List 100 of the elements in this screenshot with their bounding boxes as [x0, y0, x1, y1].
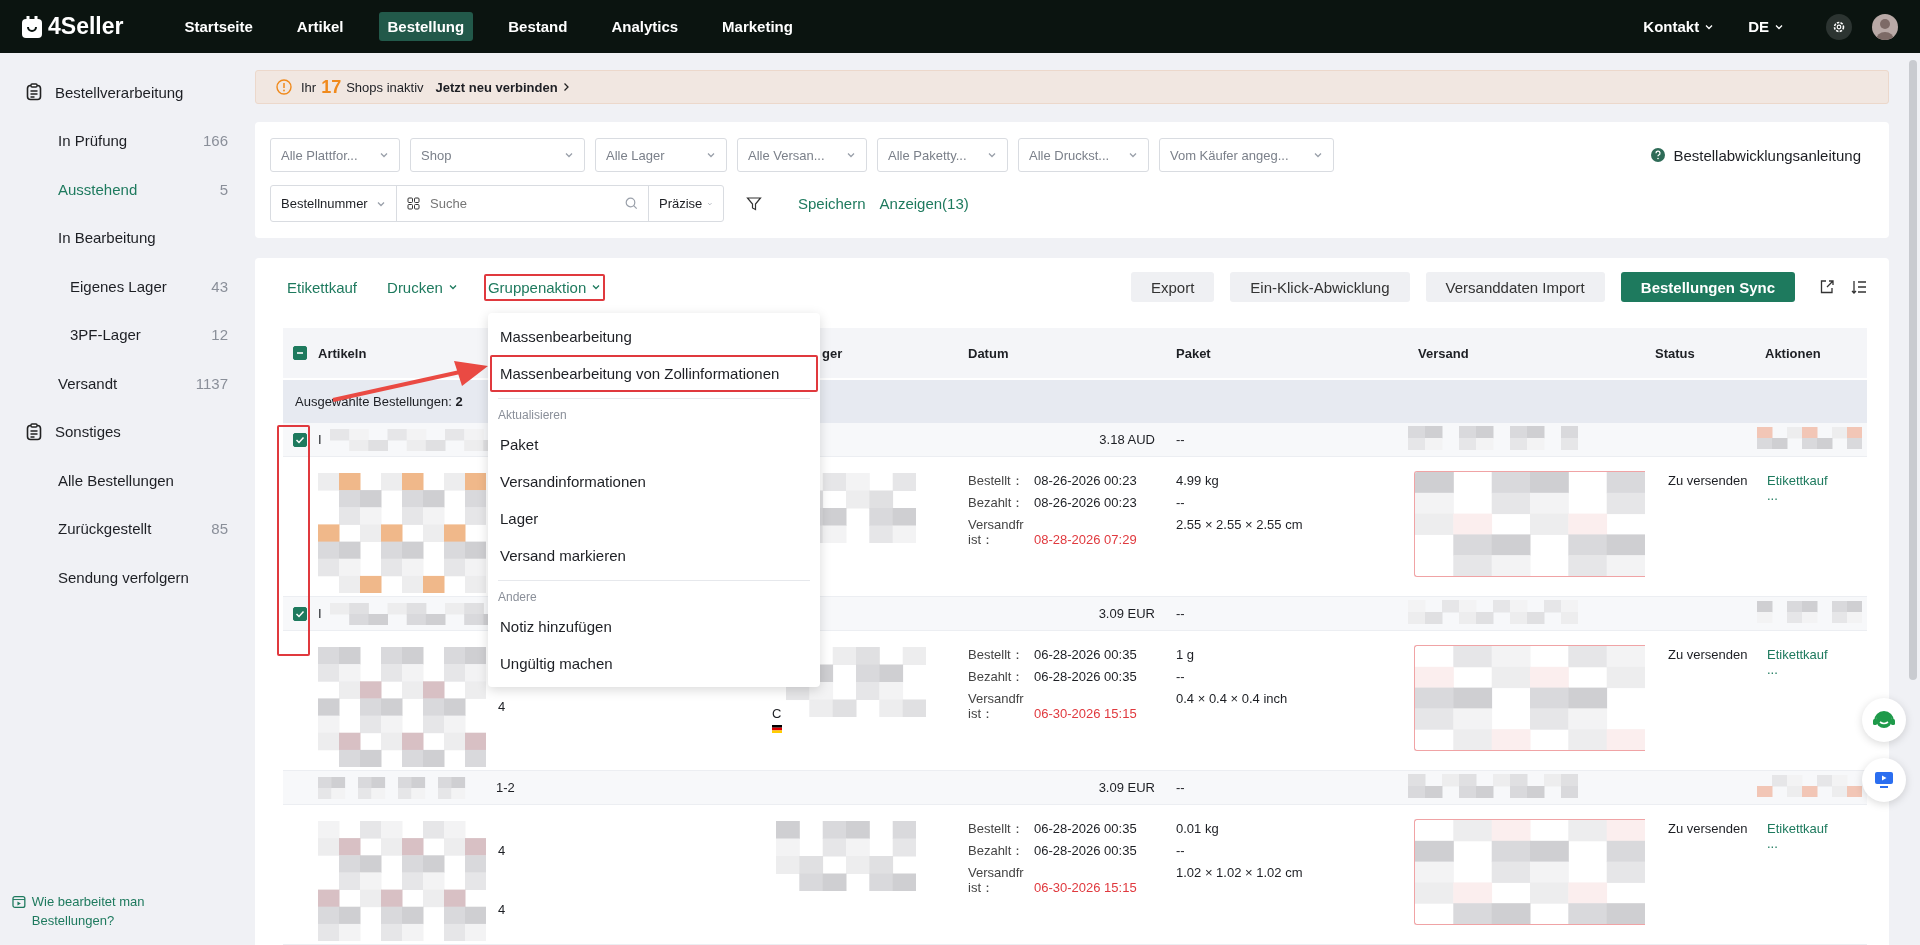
ship-deadline: 06-30-2026 15:15 [1034, 880, 1138, 895]
help-link[interactable]: Wie bearbeitet man Bestellungen? [31, 892, 228, 930]
toolbar-button[interactable]: Bestellungen Sync [1620, 272, 1795, 302]
filter-select[interactable]: Vom Käufer angeg... [1159, 138, 1334, 172]
nav-tab[interactable]: Artikel [287, 12, 353, 41]
sort-icon[interactable] [1851, 279, 1867, 295]
sidebar-item[interactable]: Alle Bestellungen [25, 456, 228, 505]
filter-select[interactable]: Alle Versan... [737, 138, 867, 172]
payment-date: 06-28-2026 00:35 [1034, 843, 1138, 858]
settings-icon[interactable] [1826, 13, 1852, 40]
banner-text: Ihr [301, 79, 317, 95]
label-purchase-link[interactable]: Etikettkauf [1767, 821, 1867, 836]
column-header: Aktionen [1765, 345, 1821, 361]
filter-select[interactable]: Shop [410, 138, 585, 172]
order-number: 1-2 [496, 780, 515, 795]
menu-item[interactable]: Versandinformationen [490, 463, 818, 500]
order-price: 3.18 AUD [1099, 432, 1155, 447]
caret-icon [846, 150, 856, 160]
menu-item[interactable]: Versand markieren [490, 537, 818, 574]
caret-icon [564, 150, 574, 160]
checkmark-icon [295, 434, 305, 445]
nav-tab[interactable]: Bestand [499, 12, 577, 41]
chat-icon[interactable] [1862, 698, 1906, 742]
caret-icon [379, 150, 389, 160]
nav-tab[interactable]: Bestellung [378, 12, 474, 41]
language-menu[interactable]: DE [1748, 18, 1784, 35]
guide-link[interactable]: Bestellabwicklungsanleitung [1673, 146, 1861, 164]
date-label: Versandfrist： [968, 691, 1025, 721]
nav-tab[interactable]: Analytics [602, 12, 688, 41]
date-label: Versandfrist： [968, 517, 1025, 547]
toolbar-button[interactable]: Ein-Klick-Abwicklung [1230, 272, 1410, 302]
column-header: Versand [1418, 345, 1469, 361]
sidebar-group-title: Sonstiges [55, 423, 121, 441]
sidebar-item[interactable]: In Prüfung 166 [25, 116, 228, 165]
sidebar-item[interactable]: Sendung verfolgern [25, 553, 228, 602]
checkbox[interactable] [293, 606, 307, 621]
menu-item[interactable]: Paket [490, 426, 818, 463]
sidebar-item[interactable]: 3PF-Lager 12 [25, 310, 228, 359]
order-date: 06-28-2026 00:35 [1034, 821, 1138, 836]
filter-icon[interactable] [746, 195, 762, 212]
toolbar-link[interactable]: Gruppenaktion [483, 273, 606, 301]
sidebar-group-title: Bestellverarbeitung [55, 83, 184, 101]
toolbar-button[interactable]: Versanddaten Import [1425, 272, 1605, 302]
menu-item[interactable]: Ungültig machen [490, 645, 818, 682]
chevron-icon [561, 82, 570, 92]
label-purchase-link[interactable]: Etikettkauf [1767, 647, 1867, 662]
filter-select[interactable]: Alle Paketty... [877, 138, 1008, 172]
more-actions[interactable]: ... [1767, 488, 1867, 503]
filter-select[interactable]: Alle Plattfor... [270, 138, 400, 172]
filter-select[interactable]: Alle Druckst... [1018, 138, 1149, 172]
date-label: Bestellt： [968, 647, 1025, 662]
nav-tab[interactable]: Marketing [713, 12, 802, 41]
warehouse-text: C [772, 706, 782, 721]
menu-item[interactable]: Lager [490, 500, 818, 537]
export-icon[interactable] [1819, 279, 1835, 295]
sidebar-item[interactable]: In Bearbeitung [25, 213, 228, 262]
scrollbar[interactable] [1909, 60, 1917, 680]
clipboard-icon [25, 83, 43, 102]
order-date: 08-26-2026 00:23 [1034, 473, 1138, 488]
menu-item[interactable]: Massenbearbeitung von Zollinformationen [490, 355, 818, 392]
save-link[interactable]: Speichern [798, 195, 866, 212]
logo-icon [22, 15, 42, 38]
logo-text: 4Seller [48, 13, 124, 40]
order-status: Zu versenden [1668, 473, 1748, 488]
avatar-icon[interactable] [1872, 13, 1898, 40]
package-weight: 4.99 kg [1176, 473, 1220, 488]
payment-date: 08-26-2026 00:23 [1034, 495, 1138, 510]
menu-section-title: Andere [498, 590, 537, 604]
filter-select[interactable]: Alle Lager [595, 138, 727, 172]
reconnect-link[interactable]: Jetzt neu verbinden [435, 79, 570, 95]
toolbar-link[interactable]: Etikettkauf [283, 273, 362, 301]
column-header: Paket [1176, 345, 1211, 361]
more-actions[interactable]: ... [1767, 836, 1867, 851]
sidebar-item[interactable]: Versandt 1137 [25, 359, 228, 408]
sidebar-item[interactable]: Ausstehend 5 [25, 165, 228, 214]
clipboard-icon [25, 422, 43, 441]
label-purchase-link[interactable]: Etikettkauf [1767, 473, 1867, 488]
ship-deadline: 08-28-2026 07:29 [1034, 532, 1138, 547]
sidebar-item[interactable]: Eigenes Lager 43 [25, 262, 228, 311]
select-all-checkbox[interactable] [293, 346, 307, 360]
screen-icon[interactable] [1862, 758, 1906, 802]
menu-item[interactable]: Massenbearbeitung [490, 318, 818, 355]
column-header: Status [1655, 345, 1695, 361]
checkbox[interactable] [293, 432, 307, 447]
package-summary: -- [1176, 780, 1185, 795]
ship-deadline: 06-30-2026 15:15 [1034, 706, 1138, 721]
sidebar-item[interactable]: Zurückgestellt 85 [25, 504, 228, 553]
more-actions[interactable]: ... [1767, 662, 1867, 677]
selection-summary: Ausgewählte Bestellungen: 2 [295, 394, 463, 409]
toolbar-button[interactable]: Export [1130, 272, 1215, 302]
nav-tab[interactable]: Startseite [175, 12, 262, 41]
contact-menu[interactable]: Kontakt [1643, 18, 1715, 35]
order-date: 06-28-2026 00:35 [1034, 647, 1138, 662]
menu-item[interactable]: Notiz hinzufügen [490, 608, 818, 645]
toolbar-link[interactable]: Drucken [383, 273, 462, 301]
package-dimensions: 2.55 × 2.55 × 2.55 cm [1176, 517, 1304, 532]
caret-icon [987, 150, 997, 160]
show-link[interactable]: Anzeigen(13) [879, 195, 969, 212]
column-header: Artikeln [318, 345, 367, 361]
date-label: Bezahlt： [968, 495, 1026, 510]
